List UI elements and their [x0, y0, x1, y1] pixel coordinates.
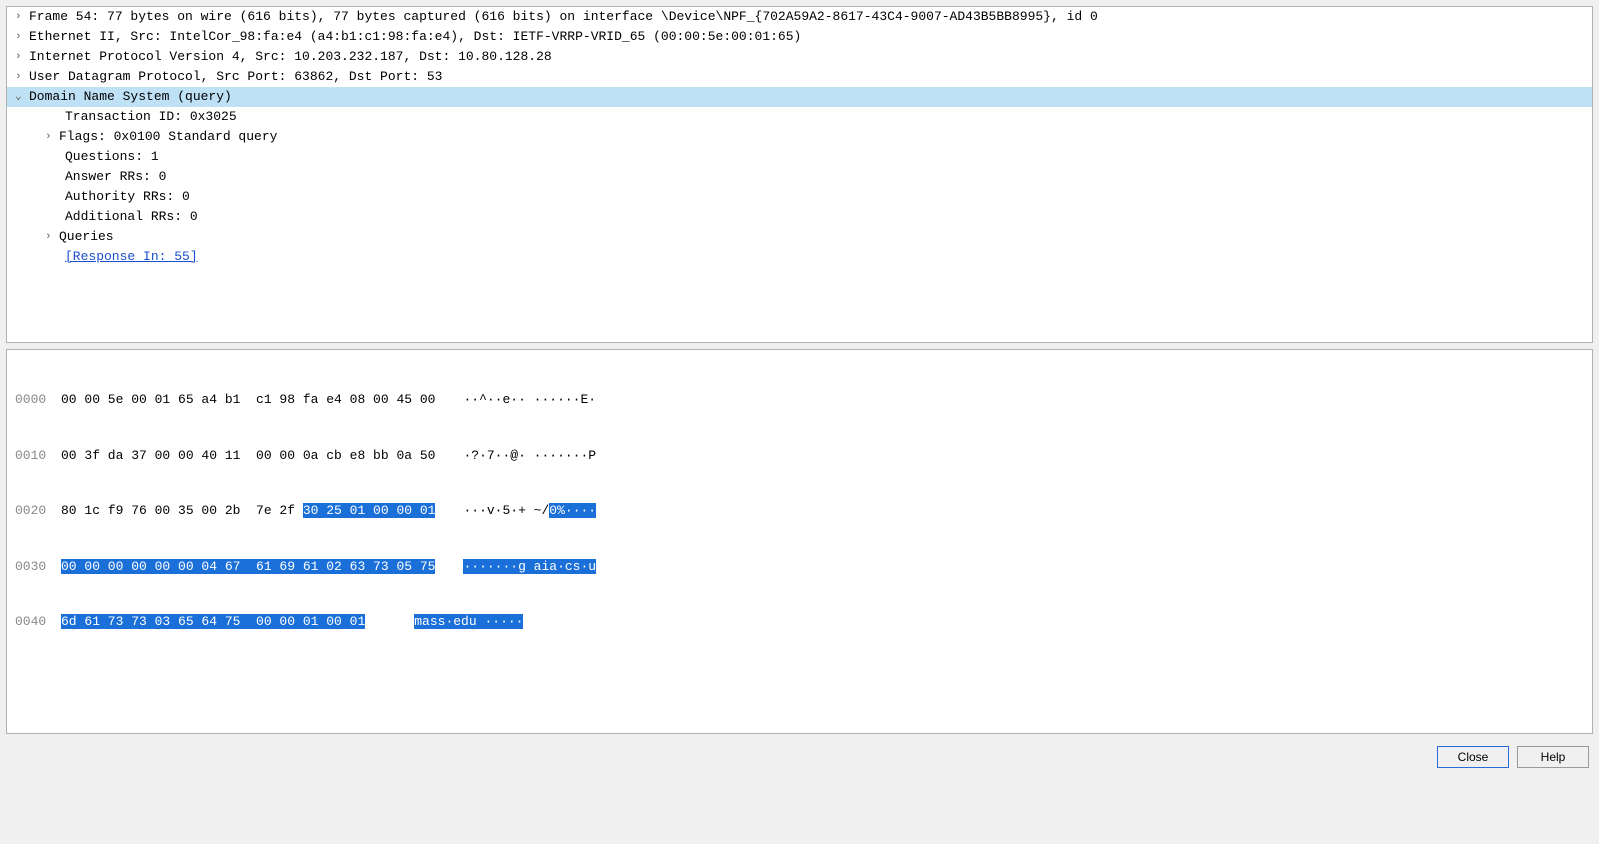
- answer-text: Answer RRs: 0: [65, 167, 166, 187]
- chevron-right-icon[interactable]: ›: [15, 67, 29, 87]
- hex-row[interactable]: 0020 80 1c f9 76 00 35 00 2b 7e 2f 30 25…: [15, 502, 1584, 521]
- ethernet-text: Ethernet II, Src: IntelCor_98:fa:e4 (a4:…: [29, 27, 801, 47]
- tree-row-additional[interactable]: Additional RRs: 0: [7, 207, 1592, 227]
- hex-row[interactable]: 0030 00 00 00 00 00 00 04 67 61 69 61 02…: [15, 558, 1584, 577]
- frame-text: Frame 54: 77 bytes on wire (616 bits), 7…: [29, 7, 1098, 27]
- dns-text: Domain Name System (query): [29, 87, 232, 107]
- hex-dump-panel[interactable]: 0000 00 00 5e 00 01 65 a4 b1 c1 98 fa e4…: [6, 349, 1593, 734]
- chevron-right-icon[interactable]: ›: [45, 227, 59, 247]
- tree-row-ip[interactable]: › Internet Protocol Version 4, Src: 10.2…: [7, 47, 1592, 67]
- chevron-right-icon[interactable]: ›: [15, 27, 29, 47]
- hex-bytes: 00 00 00 00 00 00 04 67 61 69 61 02 63 7…: [61, 558, 435, 577]
- hex-bytes: 6d 61 73 73 03 65 64 75 00 00 01 00 01: [61, 613, 365, 632]
- chevron-down-icon[interactable]: ⌄: [15, 87, 29, 107]
- ip-text: Internet Protocol Version 4, Src: 10.203…: [29, 47, 552, 67]
- transaction-text: Transaction ID: 0x3025: [65, 107, 237, 127]
- hex-ascii: ··^··e·· ······E·: [463, 391, 596, 410]
- tree-row-udp[interactable]: › User Datagram Protocol, Src Port: 6386…: [7, 67, 1592, 87]
- hex-row[interactable]: 0010 00 3f da 37 00 00 40 11 00 00 0a cb…: [15, 447, 1584, 466]
- close-button[interactable]: Close: [1437, 746, 1509, 768]
- hex-offset: 0010: [15, 447, 61, 466]
- chevron-right-icon[interactable]: ›: [15, 47, 29, 67]
- response-link[interactable]: [Response In: 55]: [65, 247, 198, 267]
- hex-ascii: ···v·5·+ ~/0%····: [463, 502, 596, 521]
- udp-text: User Datagram Protocol, Src Port: 63862,…: [29, 67, 442, 87]
- hex-row[interactable]: 0000 00 00 5e 00 01 65 a4 b1 c1 98 fa e4…: [15, 391, 1584, 410]
- authority-text: Authority RRs: 0: [65, 187, 190, 207]
- hex-ascii: mass·edu ·····: [414, 613, 523, 632]
- packet-details-panel[interactable]: › Frame 54: 77 bytes on wire (616 bits),…: [6, 6, 1593, 343]
- flags-text: Flags: 0x0100 Standard query: [59, 127, 277, 147]
- tree-row-frame[interactable]: › Frame 54: 77 bytes on wire (616 bits),…: [7, 7, 1592, 27]
- tree-row-dns[interactable]: ⌄ Domain Name System (query): [7, 87, 1592, 107]
- tree-row-authority[interactable]: Authority RRs: 0: [7, 187, 1592, 207]
- hex-bytes: 80 1c f9 76 00 35 00 2b 7e 2f 30 25 01 0…: [61, 502, 435, 521]
- questions-text: Questions: 1: [65, 147, 159, 167]
- tree-row-questions[interactable]: Questions: 1: [7, 147, 1592, 167]
- hex-offset: 0020: [15, 502, 61, 521]
- tree-row-queries[interactable]: › Queries: [7, 227, 1592, 247]
- additional-text: Additional RRs: 0: [65, 207, 198, 227]
- tree-row-transaction[interactable]: Transaction ID: 0x3025: [7, 107, 1592, 127]
- tree-row-answer[interactable]: Answer RRs: 0: [7, 167, 1592, 187]
- queries-text: Queries: [59, 227, 114, 247]
- help-button[interactable]: Help: [1517, 746, 1589, 768]
- hex-offset: 0030: [15, 558, 61, 577]
- chevron-right-icon[interactable]: ›: [15, 7, 29, 27]
- hex-row[interactable]: 0040 6d 61 73 73 03 65 64 75 00 00 01 00…: [15, 613, 1584, 632]
- tree-row-flags[interactable]: › Flags: 0x0100 Standard query: [7, 127, 1592, 147]
- hex-bytes: 00 00 5e 00 01 65 a4 b1 c1 98 fa e4 08 0…: [61, 391, 435, 410]
- hex-ascii: ·?·7··@· ·······P: [463, 447, 596, 466]
- tree-row-response[interactable]: [Response In: 55]: [7, 247, 1592, 267]
- hex-ascii: ·······g aia·cs·u: [463, 558, 596, 577]
- hex-bytes: 00 3f da 37 00 00 40 11 00 00 0a cb e8 b…: [61, 447, 435, 466]
- hex-offset: 0040: [15, 613, 61, 632]
- tree-row-ethernet[interactable]: › Ethernet II, Src: IntelCor_98:fa:e4 (a…: [7, 27, 1592, 47]
- button-bar: Close Help: [6, 740, 1593, 768]
- chevron-right-icon[interactable]: ›: [45, 127, 59, 147]
- hex-offset: 0000: [15, 391, 61, 410]
